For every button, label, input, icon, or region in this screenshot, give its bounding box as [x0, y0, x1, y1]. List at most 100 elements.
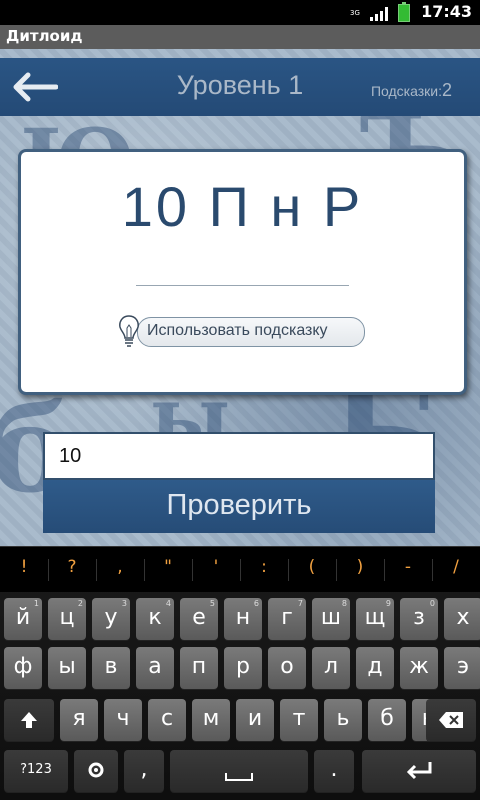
puzzle-card: 10 П н Р Использовать подсказку	[18, 149, 467, 395]
signal-icon	[370, 5, 388, 21]
key-label: щ	[364, 605, 386, 630]
key-label: ц	[59, 605, 75, 630]
suggestion-separator	[336, 559, 337, 581]
suggestion-key[interactable]: ,	[96, 557, 144, 577]
suggestion-key[interactable]: ?	[48, 557, 96, 577]
use-hint-button[interactable]: Использовать подсказку	[115, 313, 365, 349]
period-key[interactable]: .	[314, 750, 354, 792]
key-label: п	[191, 654, 207, 679]
symbols-mode-key[interactable]: ?123	[4, 750, 68, 792]
key-label: р	[236, 654, 250, 679]
key-label: ,	[140, 757, 148, 782]
key-ш[interactable]: ш8	[312, 598, 350, 640]
key-digit-hint: 2	[77, 599, 83, 608]
space-key[interactable]	[170, 750, 308, 792]
key-label: .	[330, 757, 338, 782]
key-х[interactable]: х	[444, 598, 480, 640]
suggestion-separator	[96, 559, 97, 581]
delete-key[interactable]	[426, 699, 476, 741]
key-label: з	[413, 605, 425, 630]
divider	[136, 285, 349, 286]
key-label: х	[456, 605, 470, 630]
key-т[interactable]: т	[280, 699, 318, 741]
key-я[interactable]: я	[60, 699, 98, 741]
key-label: о	[280, 654, 294, 679]
key-label: я	[72, 706, 86, 731]
settings-key[interactable]	[74, 750, 118, 792]
suggestion-key[interactable]: '	[192, 557, 240, 577]
app-title-bar: Дитлоид	[0, 25, 480, 49]
level-header: Уровень 1 Подсказки:2	[0, 58, 480, 116]
key-с[interactable]: с	[148, 699, 186, 741]
key-л[interactable]: л	[312, 647, 350, 689]
key-в[interactable]: в	[92, 647, 130, 689]
key-ы[interactable]: ы	[48, 647, 86, 689]
key-п[interactable]: п	[180, 647, 218, 689]
shift-key[interactable]	[4, 699, 54, 741]
key-м[interactable]: м	[192, 699, 230, 741]
hints-count: 2	[441, 80, 452, 100]
suggestion-key[interactable]: "	[144, 557, 192, 577]
suggestion-key[interactable]: /	[432, 557, 480, 577]
enter-key[interactable]	[362, 750, 476, 792]
key-label: а	[148, 654, 162, 679]
suggestion-separator	[240, 559, 241, 581]
key-д[interactable]: д	[356, 647, 394, 689]
key-label: ф	[13, 654, 33, 679]
key-label: й	[15, 605, 31, 630]
key-digit-hint: 7	[297, 599, 303, 608]
key-digit-hint: 9	[385, 599, 391, 608]
key-label: ы	[58, 654, 76, 679]
key-ч[interactable]: ч	[104, 699, 142, 741]
lightbulb-icon	[119, 315, 139, 347]
key-digit-hint: 3	[121, 599, 127, 608]
status-icons: 3G	[350, 2, 410, 22]
suggestion-separator	[288, 559, 289, 581]
key-ж[interactable]: ж	[400, 647, 438, 689]
suggestion-key[interactable]: !	[0, 557, 48, 577]
key-label: т	[292, 706, 306, 731]
key-э[interactable]: э	[444, 647, 480, 689]
key-щ[interactable]: щ9	[356, 598, 394, 640]
hint-button-label: Использовать подсказку	[147, 322, 328, 339]
key-г[interactable]: г7	[268, 598, 306, 640]
suggestion-key[interactable]: -	[384, 557, 432, 577]
key-а[interactable]: а	[136, 647, 174, 689]
key-и[interactable]: и	[236, 699, 274, 741]
game-area: Ю Ъ б ы Б Уровень 1 Подсказки:2 10 П н Р…	[0, 49, 480, 546]
key-ь[interactable]: ь	[324, 699, 362, 741]
battery-icon	[398, 2, 410, 22]
check-button[interactable]: Проверить	[43, 480, 435, 533]
suggestion-separator	[144, 559, 145, 581]
key-й[interactable]: й1	[4, 598, 42, 640]
suggestion-key[interactable]: (	[288, 557, 336, 577]
key-н[interactable]: н6	[224, 598, 262, 640]
key-label: г	[281, 605, 293, 630]
suggestion-separator	[48, 559, 49, 581]
suggestion-key[interactable]: )	[336, 557, 384, 577]
key-label: с	[160, 706, 174, 731]
key-к[interactable]: к4	[136, 598, 174, 640]
key-digit-hint: 8	[341, 599, 347, 608]
suggestion-key[interactable]: :	[240, 557, 288, 577]
enter-icon	[406, 762, 432, 780]
key-о[interactable]: о	[268, 647, 306, 689]
key-б[interactable]: б	[368, 699, 406, 741]
answer-input[interactable]	[43, 432, 435, 480]
comma-key[interactable]: ,	[124, 750, 164, 792]
shift-icon	[21, 712, 37, 728]
key-е[interactable]: е5	[180, 598, 218, 640]
key-у[interactable]: у3	[92, 598, 130, 640]
key-label: д	[367, 654, 383, 679]
key-label: э	[456, 654, 470, 679]
clock: 17:43	[421, 2, 472, 21]
space-icon	[225, 773, 253, 781]
key-р[interactable]: р	[224, 647, 262, 689]
status-bar: 3G 17:43	[0, 0, 480, 25]
key-ф[interactable]: ф	[4, 647, 42, 689]
key-digit-hint: 0	[429, 599, 435, 608]
key-з[interactable]: з0	[400, 598, 438, 640]
key-label: и	[247, 706, 263, 731]
key-digit-hint: 6	[253, 599, 259, 608]
key-ц[interactable]: ц2	[48, 598, 86, 640]
